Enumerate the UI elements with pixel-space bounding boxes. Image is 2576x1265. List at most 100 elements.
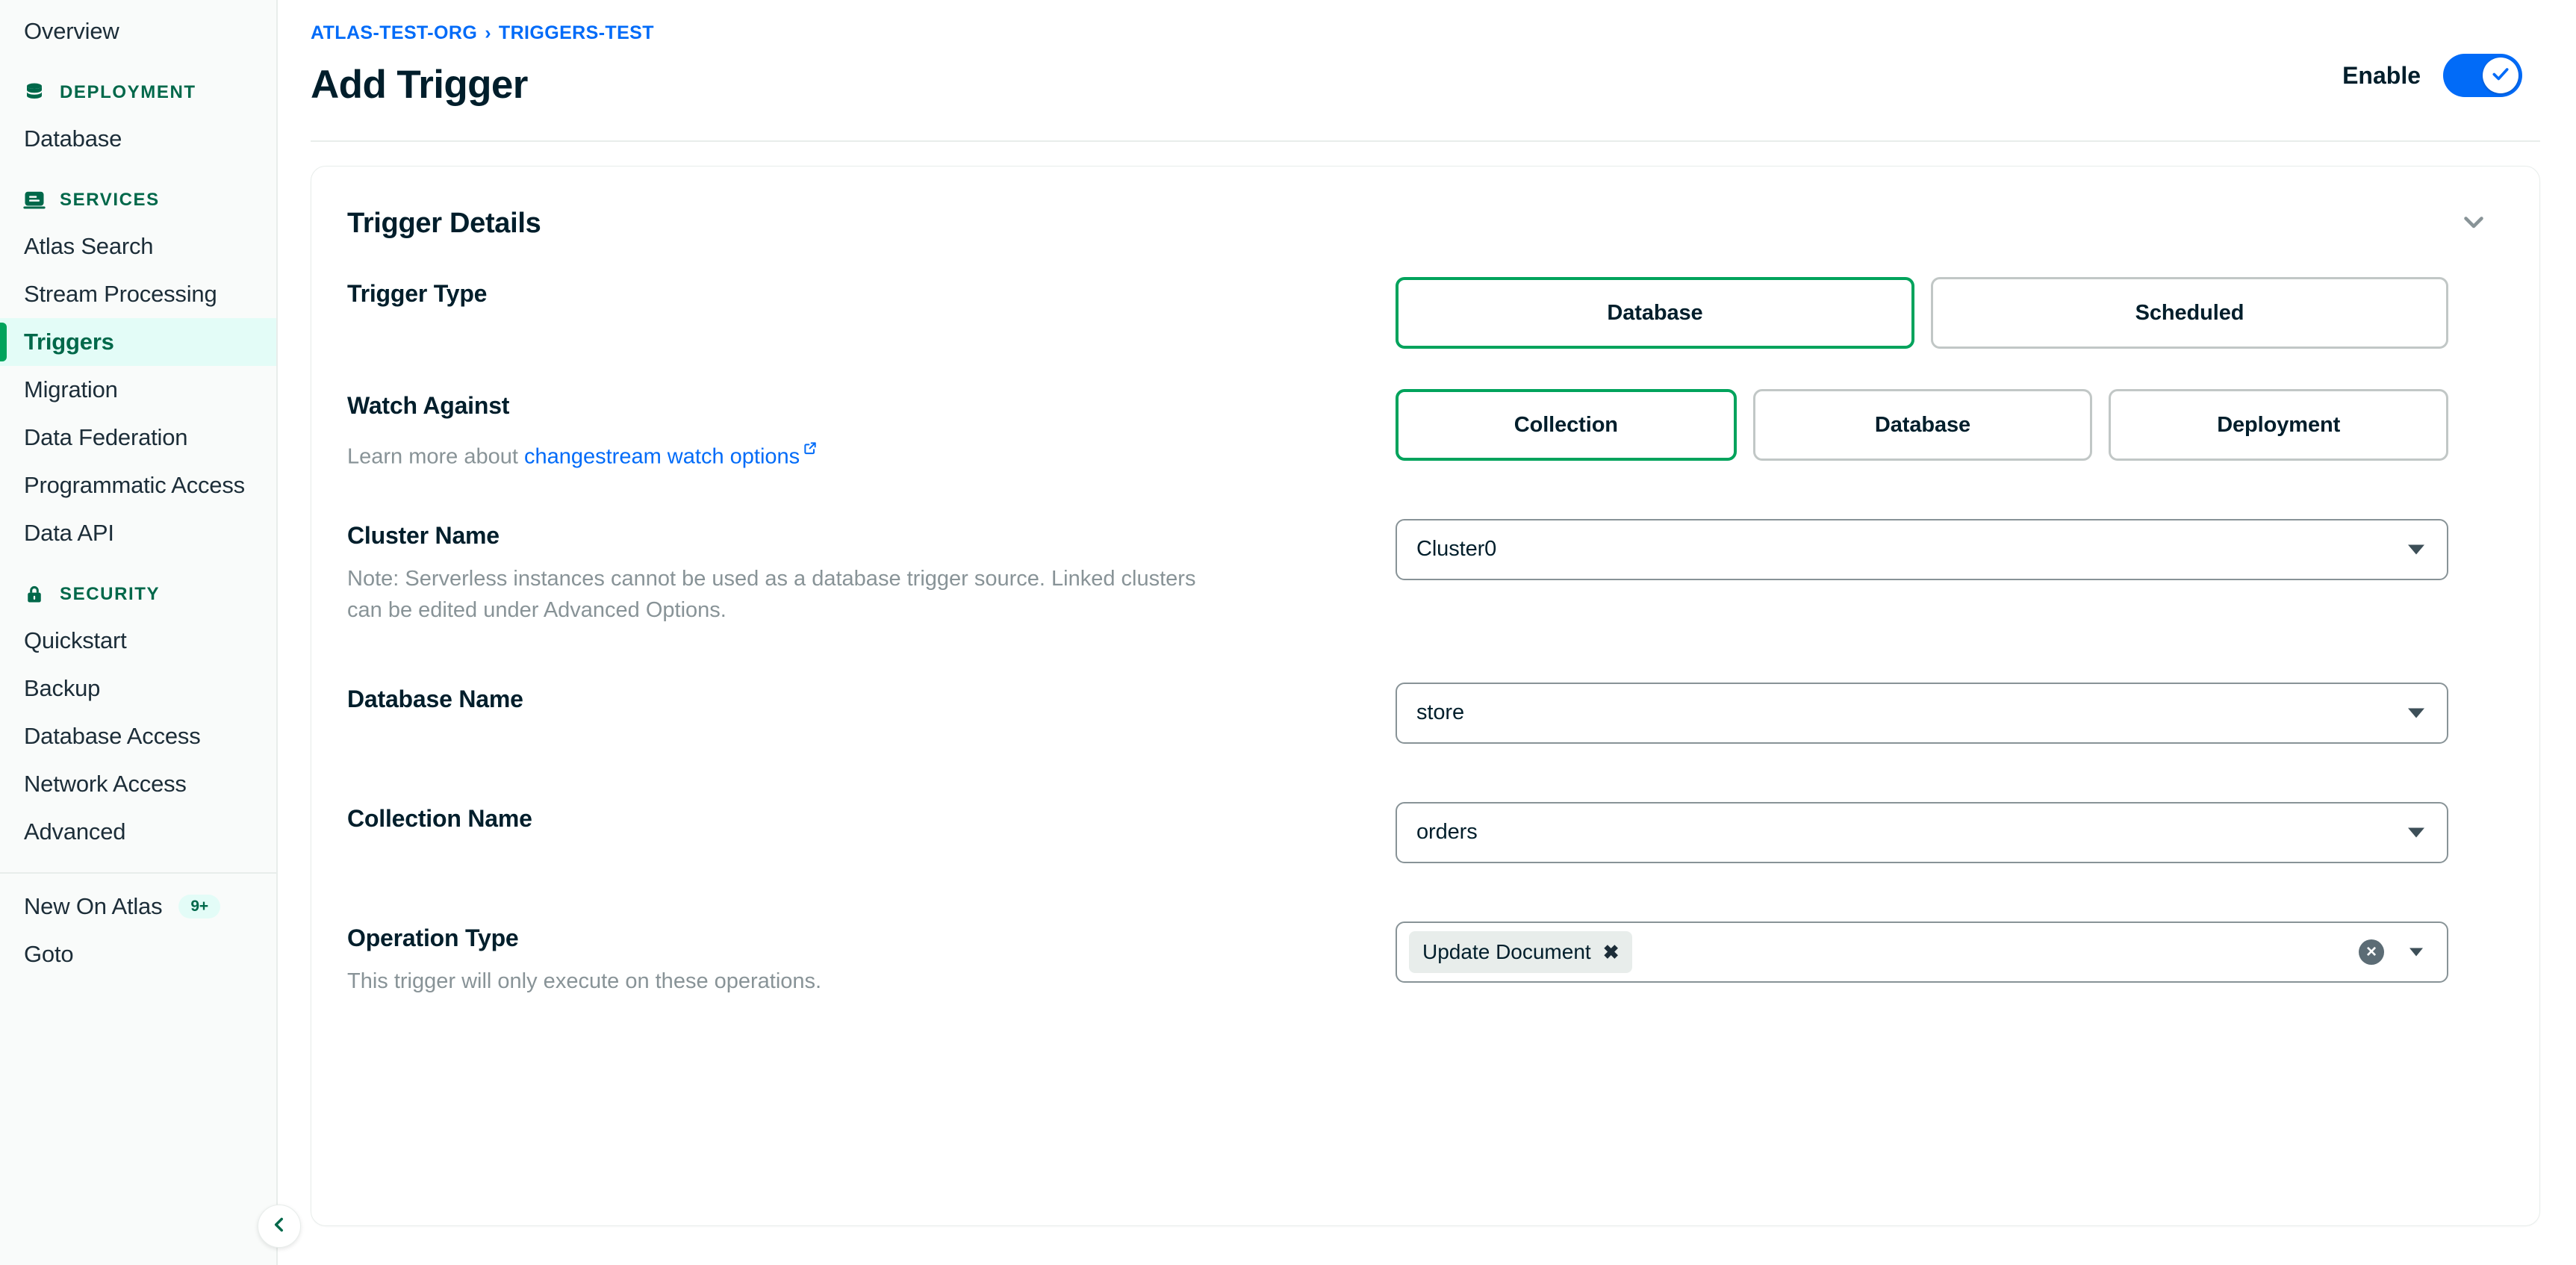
watch-against-help-prefix: Learn more about — [347, 444, 524, 469]
sidebar-item-triggers[interactable]: Triggers — [0, 318, 276, 366]
sidebar-item-label: Migration — [24, 376, 118, 402]
sidebar-item-database-access[interactable]: Database Access — [0, 712, 276, 760]
sidebar-item-database[interactable]: Database — [0, 115, 276, 163]
left-sidebar: Overview DEPLOYMENT Database SERVICES At… — [0, 0, 301, 1265]
sidebar-item-label: Overview — [24, 18, 119, 44]
chevron-down-icon — [2408, 708, 2424, 718]
lock-icon — [22, 582, 46, 606]
trigger-type-choice-group: Database Scheduled — [1396, 277, 2448, 349]
chevron-down-icon — [2409, 948, 2423, 957]
chip-remove-icon[interactable]: ✖ — [1603, 942, 1620, 962]
watch-against-option-collection[interactable]: Collection — [1396, 389, 1737, 461]
trigger-type-option-scheduled[interactable]: Scheduled — [1931, 277, 2448, 349]
operation-type-chip[interactable]: Update Document ✖ — [1409, 930, 1633, 973]
sidebar-item-advanced[interactable]: Advanced — [0, 808, 276, 856]
operation-type-field-col: Update Document ✖ × — [1396, 921, 2448, 983]
sidebar-item-label: Backup — [24, 675, 101, 701]
sidebar-item-backup[interactable]: Backup — [0, 665, 276, 712]
page-title: Add Trigger — [311, 63, 528, 107]
sidebar-item-label: Advanced — [24, 818, 126, 845]
database-name-select[interactable]: store — [1396, 682, 2448, 744]
services-icon — [22, 188, 46, 212]
watch-against-label: Watch Against — [347, 392, 510, 419]
form-row-database-name: Database Name store — [311, 682, 2539, 744]
sidebar-item-label: Data Federation — [24, 424, 188, 450]
sidebar-item-label: Database — [24, 125, 122, 152]
sidebar-item-label: Goto — [24, 941, 74, 967]
chevron-down-icon — [2408, 827, 2424, 838]
trigger-type-label: Trigger Type — [347, 280, 488, 307]
panel-header: Trigger Details — [311, 167, 2539, 277]
collection-name-field-col: orders — [1396, 801, 2448, 863]
panel-collapse-button[interactable] — [2453, 207, 2495, 240]
watch-against-label-col: Watch Against Learn more about changestr… — [347, 389, 1396, 473]
sidebar-item-programmatic-access[interactable]: Programmatic Access — [0, 461, 276, 509]
sidebar-section-deployment: DEPLOYMENT — [0, 70, 276, 115]
enable-toggle[interactable] — [2443, 54, 2522, 97]
operation-type-multiselect[interactable]: Update Document ✖ × — [1396, 921, 2448, 983]
watch-against-choice-group: Collection Database Deployment — [1396, 389, 2449, 461]
sidebar-item-quickstart[interactable]: Quickstart — [0, 617, 276, 665]
chevron-left-icon — [270, 1215, 289, 1238]
collection-name-select[interactable]: orders — [1396, 801, 2448, 863]
sidebar-divider — [0, 872, 276, 874]
cluster-name-label-col: Cluster Name Note: Serverless instances … — [347, 519, 1396, 626]
sidebar-item-new-on-atlas[interactable]: New On Atlas 9+ — [0, 883, 276, 930]
operation-type-label: Operation Type — [347, 924, 519, 951]
sidebar-section-security: SECURITY — [0, 572, 276, 617]
trigger-type-option-database[interactable]: Database — [1396, 277, 1914, 349]
database-name-label-col: Database Name — [347, 683, 1396, 713]
trigger-details-panel: Trigger Details Trigger Type Database Sc… — [311, 166, 2540, 1226]
collection-name-label: Collection Name — [347, 804, 532, 832]
trigger-type-label-col: Trigger Type — [347, 277, 1396, 308]
toggle-knob — [2483, 58, 2519, 93]
sidebar-item-data-api[interactable]: Data API — [0, 509, 276, 557]
sidebar-item-label: Network Access — [24, 771, 187, 797]
database-name-value: store — [1416, 700, 1464, 725]
sidebar-section-label: SERVICES — [60, 190, 160, 210]
sidebar-item-overview[interactable]: Overview — [0, 7, 276, 55]
sidebar-item-atlas-search[interactable]: Atlas Search — [0, 223, 276, 270]
atlas-add-trigger-page: Overview DEPLOYMENT Database SERVICES At… — [0, 0, 2576, 1265]
form-row-cluster-name: Cluster Name Note: Serverless instances … — [311, 518, 2539, 626]
form-row-trigger-type: Trigger Type Database Scheduled — [311, 277, 2539, 349]
sidebar-item-label: Atlas Search — [24, 233, 154, 259]
database-name-label: Database Name — [347, 685, 523, 712]
sidebar-item-label: Stream Processing — [24, 281, 217, 307]
form-row-collection-name: Collection Name orders — [311, 801, 2539, 863]
choice-label: Database — [1607, 300, 1703, 325]
watch-against-option-database[interactable]: Database — [1752, 389, 2093, 461]
collection-name-label-col: Collection Name — [347, 802, 1396, 833]
chevron-down-icon — [2460, 208, 2487, 239]
form-row-operation-type: Operation Type This trigger will only ex… — [311, 921, 2539, 997]
choice-label: Scheduled — [2135, 300, 2244, 325]
sidebar-item-goto[interactable]: Goto — [0, 930, 276, 978]
header-divider — [311, 140, 2540, 142]
clear-all-icon[interactable]: × — [2359, 939, 2384, 965]
watch-against-option-deployment[interactable]: Deployment — [2109, 389, 2449, 461]
external-link-icon — [803, 433, 818, 464]
form-row-watch-against: Watch Against Learn more about changestr… — [311, 389, 2539, 473]
cluster-name-field-col: Cluster0 — [1396, 518, 2448, 580]
panel-title: Trigger Details — [347, 207, 541, 239]
sidebar-section-label: DEPLOYMENT — [60, 82, 196, 102]
sidebar-collapse-button[interactable] — [258, 1205, 301, 1248]
sidebar-item-label: Database Access — [24, 723, 201, 749]
breadcrumb-project[interactable]: TRIGGERS-TEST — [499, 22, 654, 44]
breadcrumb[interactable]: ATLAS-TEST-ORG › TRIGGERS-TEST — [311, 22, 654, 44]
breadcrumb-org[interactable]: ATLAS-TEST-ORG — [311, 22, 477, 44]
sidebar-item-data-federation[interactable]: Data Federation — [0, 414, 276, 461]
changestream-watch-options-link[interactable]: changestream watch options — [524, 445, 800, 469]
main-content: ATLAS-TEST-ORG › TRIGGERS-TEST Add Trigg… — [278, 0, 2576, 1265]
choice-label: Deployment — [2217, 412, 2341, 437]
sidebar-item-migration[interactable]: Migration — [0, 366, 276, 414]
sidebar-item-label: Data API — [24, 520, 114, 546]
check-icon — [2491, 64, 2510, 87]
sidebar-item-label: Programmatic Access — [24, 472, 245, 498]
sidebar-item-stream-processing[interactable]: Stream Processing — [0, 270, 276, 318]
sidebar-item-network-access[interactable]: Network Access — [0, 760, 276, 808]
cluster-name-select[interactable]: Cluster0 — [1396, 518, 2448, 580]
watch-against-help: Learn more about changestream watch opti… — [347, 433, 1228, 473]
operation-type-label-col: Operation Type This trigger will only ex… — [347, 921, 1396, 997]
cluster-name-label: Cluster Name — [347, 521, 500, 549]
